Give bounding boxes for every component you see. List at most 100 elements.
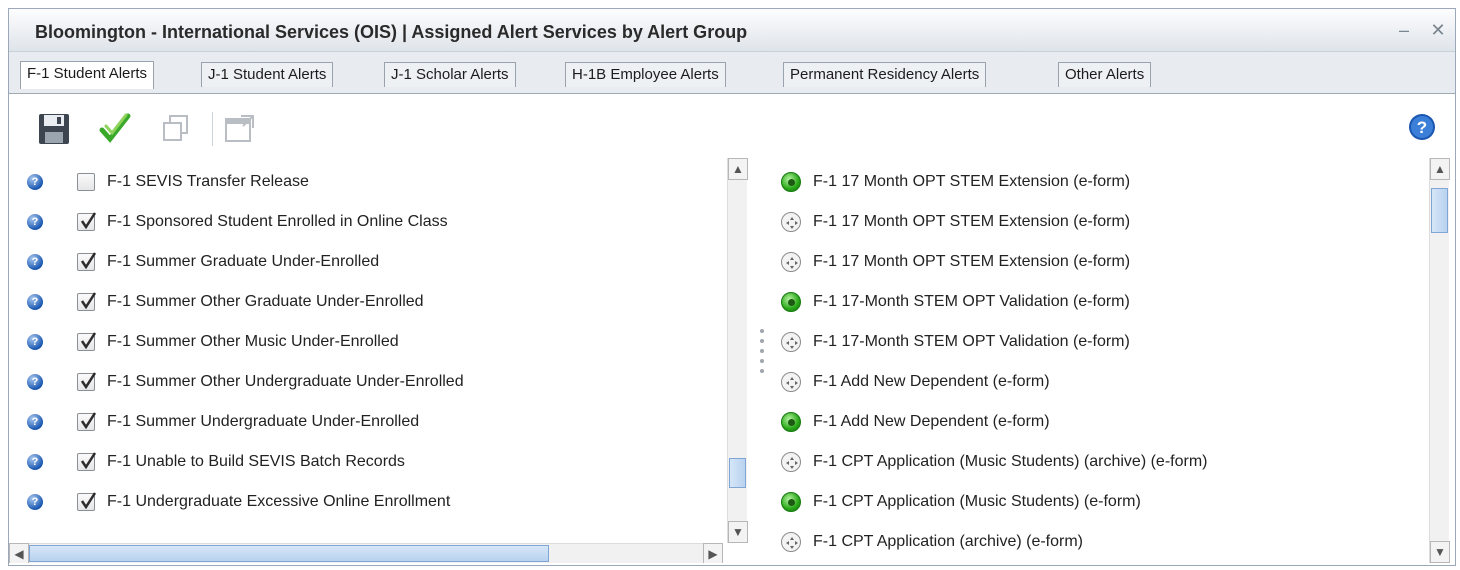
help-icon[interactable]: ?	[27, 254, 43, 270]
copy-icon[interactable]	[159, 112, 193, 146]
alert-label: F-1 Unable to Build SEVIS Batch Records	[107, 453, 405, 470]
list-item[interactable]: ? F-1 Summer Undergraduate Under-Enrolle…	[9, 402, 749, 442]
approve-icon[interactable]	[99, 112, 133, 146]
export-icon[interactable]	[223, 112, 257, 146]
list-item[interactable]: ? F-1 Sponsored Student Enrolled in Onli…	[9, 202, 749, 242]
alert-label: F-1 Undergraduate Excessive Online Enrol…	[107, 493, 451, 510]
svg-text:?: ?	[1417, 118, 1427, 137]
tab-j1-student-alerts[interactable]: J-1 Student Alerts	[201, 62, 334, 87]
inactive-status-icon	[781, 532, 801, 552]
list-item[interactable]: F-1 17 Month OPT STEM Extension (e-form)	[771, 242, 1451, 282]
list-item[interactable]: F-1 17-Month STEM OPT Validation (e-form…	[771, 282, 1451, 322]
alert-checkbox[interactable]	[77, 412, 97, 431]
alert-checkbox[interactable]	[77, 212, 97, 231]
toolbar-separator	[212, 112, 213, 146]
pane-splitter[interactable]	[759, 329, 767, 389]
help-icon[interactable]: ?	[27, 214, 43, 230]
list-item[interactable]: ? F-1 Summer Other Undergraduate Under-E…	[9, 362, 749, 402]
title-bar: Bloomington - International Services (OI…	[9, 9, 1455, 52]
list-item[interactable]: ? F-1 Undergraduate Excessive Online Enr…	[9, 482, 749, 522]
list-item[interactable]: ? F-1 SEVIS Transfer Release	[9, 162, 749, 202]
service-label: F-1 17 Month OPT STEM Extension (e-form)	[813, 173, 1131, 190]
list-item[interactable]: ? F-1 Summer Graduate Under-Enrolled	[9, 242, 749, 282]
alerts-pane: ? F-1 SEVIS Transfer Release ? F-1 Spons…	[9, 158, 749, 563]
toolbar: ?	[9, 94, 1455, 158]
service-label: F-1 CPT Application (Music Students) (e-…	[813, 493, 1141, 510]
inactive-status-icon	[781, 372, 801, 392]
service-label: F-1 CPT Application (archive) (e-form)	[813, 533, 1083, 550]
horizontal-scroll-thumb[interactable]	[29, 545, 549, 562]
active-status-icon	[781, 292, 801, 312]
active-status-icon	[781, 412, 801, 432]
list-item[interactable]: F-1 Add New Dependent (e-form)	[771, 362, 1451, 402]
inactive-status-icon	[781, 252, 801, 272]
tab-h1b-employee-alerts[interactable]: H-1B Employee Alerts	[565, 62, 726, 87]
alerts-vertical-scrollbar[interactable]: ▲ ▼	[727, 158, 748, 543]
scroll-left-button[interactable]: ◀	[9, 543, 29, 563]
alert-label: F-1 Summer Other Undergraduate Under-Enr…	[107, 373, 464, 390]
tab-j1-scholar-alerts[interactable]: J-1 Scholar Alerts	[384, 62, 516, 87]
alert-checkbox[interactable]	[77, 332, 97, 351]
list-item[interactable]: ? F-1 Summer Other Graduate Under-Enroll…	[9, 282, 749, 322]
alert-services-window: Bloomington - International Services (OI…	[8, 8, 1456, 566]
alert-checkbox[interactable]	[77, 173, 95, 191]
list-item[interactable]: F-1 17-Month STEM OPT Validation (e-form…	[771, 322, 1451, 362]
alert-checkbox[interactable]	[77, 252, 97, 271]
scroll-up-button[interactable]: ▲	[728, 158, 748, 180]
list-item[interactable]: F-1 17 Month OPT STEM Extension (e-form)	[771, 162, 1451, 202]
scroll-thumb[interactable]	[729, 458, 746, 488]
help-icon[interactable]: ?	[27, 494, 43, 510]
list-item[interactable]: F-1 Add New Dependent (e-form)	[771, 402, 1451, 442]
alerts-horizontal-scrollbar[interactable]: ◀ ▶	[9, 543, 723, 563]
alert-label: F-1 Summer Undergraduate Under-Enrolled	[107, 413, 420, 430]
inactive-status-icon	[781, 332, 801, 352]
scroll-thumb[interactable]	[1431, 188, 1448, 233]
service-label: F-1 CPT Application (Music Students) (ar…	[813, 453, 1208, 470]
alert-checkbox[interactable]	[77, 452, 97, 471]
tab-f1-student-alerts[interactable]: F-1 Student Alerts	[20, 61, 155, 89]
help-icon[interactable]: ?	[27, 334, 43, 350]
active-status-icon	[781, 172, 801, 192]
alert-label: F-1 SEVIS Transfer Release	[107, 173, 309, 190]
help-icon[interactable]: ?	[27, 174, 43, 190]
alert-checkbox[interactable]	[77, 292, 97, 311]
close-button[interactable]: ✕	[1427, 19, 1449, 41]
inactive-status-icon	[781, 212, 801, 232]
list-item[interactable]: F-1 CPT Application (archive) (e-form)	[771, 522, 1451, 562]
active-status-icon	[781, 492, 801, 512]
alert-checkbox[interactable]	[77, 492, 97, 511]
service-label: F-1 17-Month STEM OPT Validation (e-form…	[813, 333, 1130, 350]
service-label: F-1 17 Month OPT STEM Extension (e-form)	[813, 213, 1131, 230]
scroll-down-button[interactable]: ▼	[728, 521, 748, 543]
help-icon[interactable]: ?	[27, 414, 43, 430]
help-icon[interactable]: ?	[27, 374, 43, 390]
alert-label: F-1 Summer Other Graduate Under-Enrolled	[107, 293, 424, 310]
scroll-right-button[interactable]: ▶	[703, 543, 723, 563]
save-icon[interactable]	[37, 112, 71, 146]
list-item[interactable]: ? F-1 Unable to Build SEVIS Batch Record…	[9, 442, 749, 482]
service-label: F-1 Add New Dependent (e-form)	[813, 373, 1050, 390]
tab-other-alerts[interactable]: Other Alerts	[1058, 62, 1152, 87]
services-vertical-scrollbar[interactable]: ▲ ▼	[1429, 158, 1450, 563]
scroll-up-button[interactable]: ▲	[1430, 158, 1450, 180]
scroll-down-button[interactable]: ▼	[1430, 541, 1450, 563]
tab-bar: F-1 Student Alerts J-1 Student Alerts J-…	[9, 52, 1455, 94]
services-pane: F-1 17 Month OPT STEM Extension (e-form)…	[771, 158, 1451, 563]
window-title: Bloomington - International Services (OI…	[35, 22, 748, 42]
help-icon[interactable]: ?	[1407, 112, 1437, 142]
help-icon[interactable]: ?	[27, 294, 43, 310]
list-item[interactable]: ? F-1 Summer Other Music Under-Enrolled	[9, 322, 749, 362]
service-label: F-1 17-Month STEM OPT Validation (e-form…	[813, 293, 1130, 310]
list-item[interactable]: F-1 CPT Application (Music Students) (e-…	[771, 482, 1451, 522]
service-label: F-1 17 Month OPT STEM Extension (e-form)	[813, 253, 1131, 270]
list-item[interactable]: F-1 17 Month OPT STEM Extension (e-form)	[771, 202, 1451, 242]
service-label: F-1 Add New Dependent (e-form)	[813, 413, 1050, 430]
help-icon[interactable]: ?	[27, 454, 43, 470]
list-item[interactable]: F-1 CPT Application (Music Students) (ar…	[771, 442, 1451, 482]
alert-label: F-1 Summer Other Music Under-Enrolled	[107, 333, 399, 350]
minimize-button[interactable]: –	[1393, 19, 1415, 41]
alert-label: F-1 Sponsored Student Enrolled in Online…	[107, 213, 448, 230]
tab-permanent-residency-alerts[interactable]: Permanent Residency Alerts	[783, 62, 987, 87]
alert-label: F-1 Summer Graduate Under-Enrolled	[107, 253, 380, 270]
alert-checkbox[interactable]	[77, 372, 97, 391]
